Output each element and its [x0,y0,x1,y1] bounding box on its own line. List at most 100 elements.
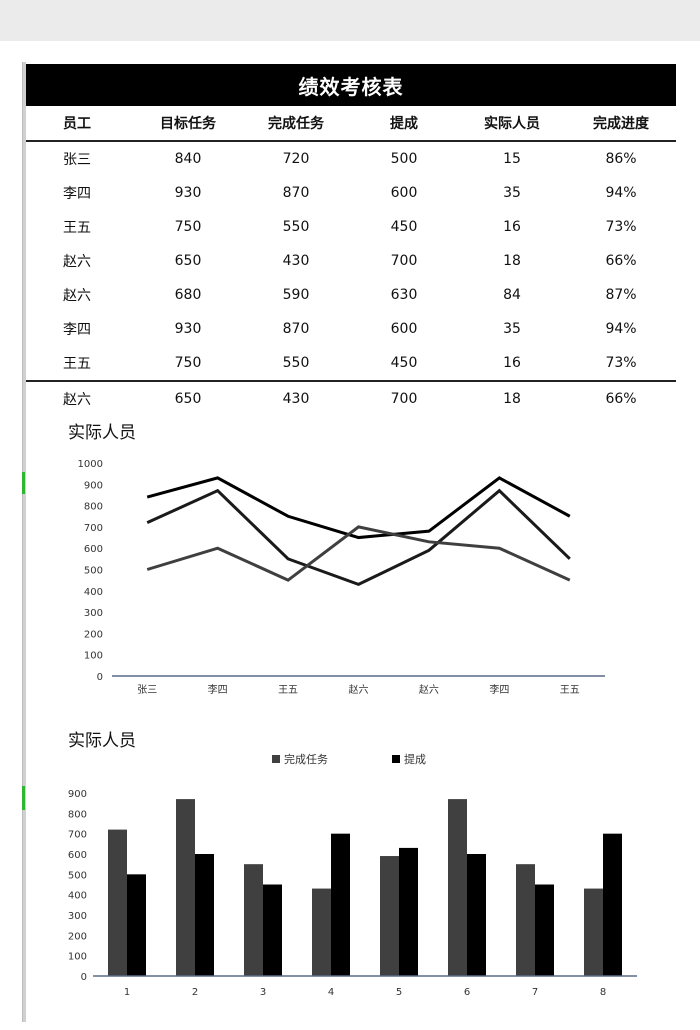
top-bar [0,0,700,41]
table-row: 赵六 650 430 700 18 66% [26,244,676,278]
table-row: 赵六 680 590 630 84 87% [26,278,676,312]
table-cell: 86% [605,151,637,167]
x-tick-label: 李四 [208,683,228,696]
y-tick-label: 0 [81,972,87,983]
y-tick-label: 700 [84,523,103,534]
bar-completed [312,888,331,976]
y-tick-label: 500 [84,566,103,577]
y-tick-label: 200 [68,931,87,942]
table-cell: 18 [503,391,521,407]
bar-completed [176,799,195,976]
bar-completed [380,856,399,976]
table-cell: 450 [390,219,418,235]
table-cell: 840 [174,151,202,167]
x-tick-label: 8 [600,987,606,998]
table-cell: 700 [390,253,418,269]
line-chart: 0 100 200 300 400 500 600 700 800 900 1000 张三 李四 王五 赵六… [78,459,605,696]
legend-label: 提成 [404,753,426,766]
table-cell: 700 [390,391,418,407]
table-cell: 李四 [63,322,91,338]
table-row: 张三 840 720 500 15 86% [26,142,676,176]
table-cell: 750 [174,355,202,371]
table-cell: 930 [174,185,202,201]
performance-table: 绩效考核表 员工 目标任务 完成任务 提成 实际人员 完成进度 张三 840 720… [26,64,676,416]
x-tick-label: 3 [260,987,266,998]
table-cell: 550 [282,355,310,371]
x-tick-label: 赵六 [349,683,369,696]
bar-commission [127,874,146,976]
table-cell: 66% [605,253,637,269]
bar-commission [331,833,350,976]
y-tick-label: 700 [68,830,87,841]
table-cell: 600 [390,185,418,201]
y-tick-label: 0 [97,672,103,683]
table-cell: 赵六 [63,392,91,408]
x-tick-label: 张三 [137,684,157,696]
y-tick-label: 900 [68,789,87,800]
y-tick-label: 300 [68,911,87,922]
y-tick-label: 800 [68,809,87,820]
table-row: 李四 930 870 600 35 94% [26,176,676,210]
table-cell: 650 [174,253,202,269]
bar-commission [535,884,554,976]
y-tick-label: 100 [84,651,103,662]
legend-label: 完成任务 [284,752,328,766]
bar-commission [467,854,486,976]
column-header: 实际人员 [484,116,540,132]
bar-completed [108,829,127,976]
y-tick-label: 600 [68,850,87,861]
table-row: 李四 930 870 600 35 94% [26,312,676,346]
column-header: 目标任务 [160,116,216,132]
y-tick-label: 400 [84,587,103,598]
column-header: 完成任务 [268,116,324,132]
bar-commission [603,833,622,976]
table-cell: 王五 [63,220,91,236]
column-header: 员工 [63,116,91,132]
x-tick-label: 5 [396,987,402,998]
table-title: 绩效考核表 [26,64,676,106]
table-cell: 84 [503,287,521,303]
x-tick-label: 2 [192,987,198,998]
y-tick-label: 900 [84,480,103,491]
table-cell: 16 [503,355,521,371]
table-cell: 张三 [63,152,91,168]
table-row: 王五 750 550 450 16 73% [26,346,676,380]
table-cell: 750 [174,219,202,235]
bar-commission [195,854,214,976]
table-cell: 73% [605,355,637,371]
bar-commission [399,847,418,976]
y-tick-label: 300 [84,608,103,619]
y-tick-label: 400 [68,891,87,902]
table-cell: 87% [605,287,637,303]
table-cell: 500 [390,151,418,167]
table-row: 王五 750 550 450 16 73% [26,210,676,244]
table-cell: 870 [282,321,310,337]
table-cell: 王五 [63,356,91,372]
series-line-2 [146,525,571,582]
table-cell: 650 [174,391,202,407]
x-tick-label: 李四 [489,683,509,696]
column-header: 提成 [390,116,418,132]
table-cell: 94% [605,185,637,201]
bar-completed [516,864,535,976]
table-cell: 930 [174,321,202,337]
bar-completed [584,888,603,976]
bar-completed [244,864,263,976]
y-tick-label: 100 [68,952,87,963]
table-cell: 590 [282,287,310,303]
x-tick-label: 7 [532,987,538,998]
table-row: 赵六 650 430 700 18 66% [26,380,676,416]
x-tick-label: 6 [464,987,470,998]
y-tick-label: 1000 [78,459,103,470]
table-cell: 430 [282,253,310,269]
table-cell: 73% [605,219,637,235]
x-tick-label: 4 [328,987,334,998]
x-tick-label: 王五 [278,685,298,696]
legend-swatch [272,755,280,763]
table-header-row: 员工 目标任务 完成任务 提成 实际人员 完成进度 [26,106,676,142]
table-body: 张三 840 720 500 15 86% 李四 930 870 600 35 94% 王五 750 550… [26,142,676,416]
table-cell: 430 [282,391,310,407]
table-cell: 35 [503,185,521,201]
bar-completed [448,799,467,976]
table-cell: 15 [503,151,521,167]
